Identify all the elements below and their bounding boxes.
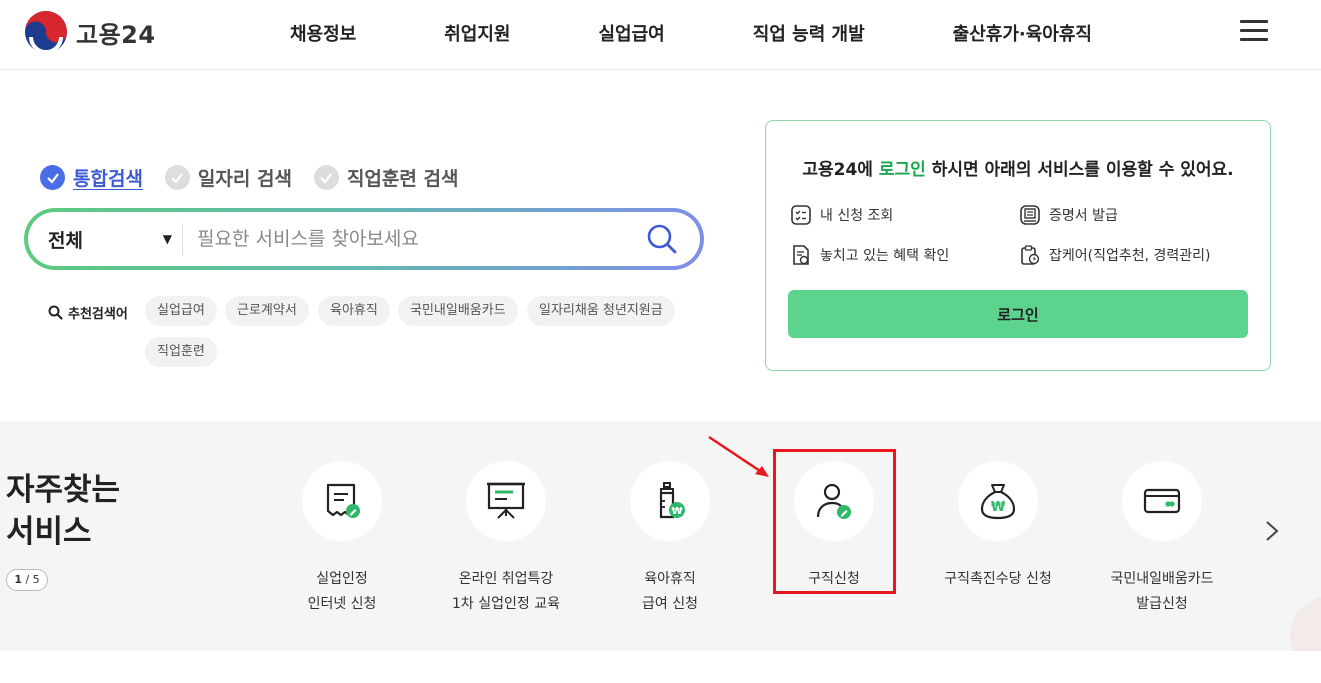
tab-integrated-search[interactable]: 통합검색 — [40, 164, 143, 191]
clipboard-clock-icon — [1021, 245, 1040, 265]
svg-text:₩: ₩ — [671, 506, 682, 517]
keyword-chip[interactable]: 일자리채움 청년지원금 — [527, 296, 675, 326]
search-category-value: 전체 — [48, 229, 83, 252]
tab-job-search[interactable]: 일자리 검색 — [164, 164, 292, 191]
service-my-applications[interactable]: 내 신청 조회 — [790, 204, 893, 226]
service-label: 실업인정 인터넷 신청 — [307, 571, 377, 612]
chevron-right-icon[interactable] — [1262, 519, 1282, 543]
tab-label: 통합검색 — [73, 168, 143, 190]
search-category-select[interactable]: 전체 ▼ — [28, 226, 182, 253]
nav-item-unemployment-benefits[interactable]: 실업급여 — [599, 20, 665, 46]
search-box: 전체 ▼ — [24, 208, 704, 270]
frequent-services-title: 자주찾는 서비스 — [6, 472, 121, 550]
caret-down-icon: ▼ — [162, 232, 172, 246]
hamburger-menu-icon[interactable] — [1240, 20, 1268, 44]
site-header: 고용24 채용정보 취업지원 실업급여 직업 능력 개발 출산휴가·육아휴직 — [0, 0, 1321, 70]
tab-label: 직업훈련 검색 — [346, 168, 459, 190]
login-button[interactable]: 로그인 — [788, 290, 1248, 338]
frequent-services-section: 자주찾는 서비스 1 / 5 실업인정 인터넷 신청 온라인 취업특강 1차 실… — [0, 421, 1321, 651]
keyword-chip[interactable]: 육아휴직 — [318, 296, 390, 326]
document-search-icon — [793, 245, 809, 265]
login-card: 고용24에 로그인 하시면 아래의 서비스를 이용할 수 있어요. 내 신청 조… — [765, 120, 1271, 371]
baby-bottle-icon: ₩ — [659, 482, 685, 519]
keyword-chip[interactable]: 국민내일배움카드 — [398, 296, 518, 326]
check-icon — [164, 165, 190, 190]
keyword-chip[interactable]: 실업급여 — [145, 296, 217, 326]
receipt-edit-icon — [326, 483, 360, 518]
annotation-highlight-box — [773, 449, 896, 594]
logo-text: 고용24 — [76, 20, 156, 49]
nav-item-employment-support[interactable]: 취업지원 — [444, 20, 510, 46]
search-icon — [647, 224, 677, 254]
search-icon — [48, 305, 63, 320]
svg-text:₩: ₩ — [991, 500, 1006, 515]
site-logo[interactable]: 고용24 — [24, 10, 156, 54]
service-unemployment-recognition[interactable]: 실업인정 인터넷 신청 — [257, 461, 427, 617]
service-label: 국민내일배움카드 발급신청 — [1110, 571, 1214, 612]
service-online-lecture[interactable]: 온라인 취업특강 1차 실업인정 교육 — [421, 461, 591, 617]
service-jobcare[interactable]: 잡케어(직업추천, 경력관리) — [1019, 244, 1211, 266]
keyword-chip[interactable]: 직업훈련 — [145, 337, 217, 367]
search-input[interactable] — [183, 228, 638, 250]
service-learning-card[interactable]: 국민내일배움카드 발급신청 — [1077, 461, 1247, 617]
tab-label: 일자리 검색 — [197, 168, 292, 190]
nav-item-parental-leave[interactable]: 출산휴가·육아휴직 — [953, 20, 1092, 46]
check-icon — [313, 165, 339, 190]
page-indicator: 1 / 5 — [6, 569, 48, 591]
recommended-title: 추천검색어 — [48, 303, 128, 322]
taegeuk-logo-icon — [25, 11, 67, 54]
presentation-board-icon — [487, 482, 525, 519]
main-nav: 채용정보 취업지원 실업급여 직업 능력 개발 출산휴가·육아휴직 — [290, 20, 1092, 46]
money-bag-icon: ₩ — [980, 484, 1016, 520]
keyword-chip[interactable]: 근로계약서 — [225, 296, 309, 326]
search-button[interactable] — [638, 215, 686, 263]
card-icon — [1143, 488, 1181, 514]
service-missed-benefits[interactable]: 놓치고 있는 혜택 확인 — [790, 244, 949, 266]
nav-item-vocational-training[interactable]: 직업 능력 개발 — [753, 20, 865, 46]
service-label: 육아휴직 급여 신청 — [642, 571, 698, 612]
checklist-icon — [791, 205, 811, 225]
search-tabs: 통합검색 일자리 검색 직업훈련 검색 — [40, 164, 480, 191]
service-label: 온라인 취업특강 1차 실업인정 교육 — [452, 571, 560, 612]
nav-item-jobs[interactable]: 채용정보 — [290, 20, 356, 46]
decorative-circle — [1290, 596, 1321, 651]
annotation-arrow-icon — [708, 436, 769, 477]
service-parental-leave-benefit[interactable]: ₩ 육아휴직 급여 신청 — [585, 461, 755, 617]
service-job-promotion-allowance[interactable]: ₩ 구직촉진수당 신청 — [913, 461, 1083, 592]
tab-training-search[interactable]: 직업훈련 검색 — [313, 164, 459, 191]
service-label: 구직촉진수당 신청 — [944, 571, 1052, 587]
certificate-icon — [1020, 205, 1040, 225]
login-message: 고용24에 로그인 하시면 아래의 서비스를 이용할 수 있어요. — [802, 160, 1234, 180]
check-icon — [40, 165, 65, 190]
service-certificate[interactable]: 증명서 발급 — [1019, 204, 1118, 226]
